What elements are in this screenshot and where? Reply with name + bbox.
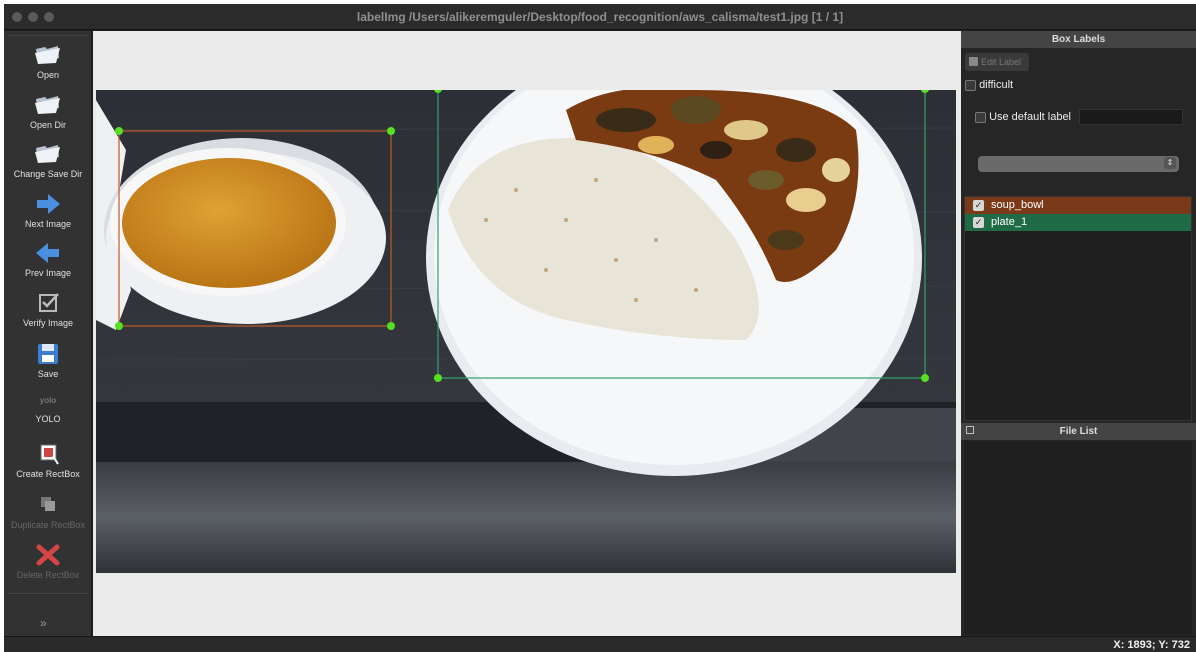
change-save-dir-label: Change Save Dir: [13, 169, 83, 179]
save-button[interactable]: Save: [4, 342, 92, 379]
open-button[interactable]: Open: [4, 43, 92, 80]
window-title: labelImg /Users/alikeremguler/Desktop/fo…: [356, 10, 844, 24]
status-bar: X: 1893; Y: 732: [4, 636, 1196, 652]
arrow-left-icon: [36, 243, 59, 263]
delete-rectbox-button[interactable]: Delete RectBox: [4, 543, 92, 580]
bbox-handle[interactable]: [921, 374, 929, 382]
label-dropdown[interactable]: ⇕: [978, 156, 1179, 172]
cursor-coordinates: X: 1893; Y: 732: [1113, 639, 1190, 651]
next-image-button[interactable]: Next Image: [4, 192, 92, 229]
box-labels-title: Box Labels: [961, 31, 1196, 48]
title-bar: labelImg /Users/alikeremguler/Desktop/fo…: [4, 4, 1196, 30]
default-label-input[interactable]: [1079, 109, 1183, 125]
yolo-format-icon: yolo: [39, 396, 57, 405]
duplicate-rectbox-label: Duplicate RectBox: [10, 520, 86, 530]
label-checkbox-checked[interactable]: ✓: [973, 200, 984, 211]
toolbar: Open Open Dir Change Save Dir Next Image: [4, 31, 92, 636]
undock-icon[interactable]: [966, 426, 974, 434]
bbox-handle[interactable]: [115, 127, 123, 135]
yolo-label: YOLO: [35, 414, 61, 424]
label-item-text: soup_bowl: [991, 199, 1044, 211]
prev-image-label: Prev Image: [24, 268, 72, 278]
canvas-area[interactable]: [93, 31, 961, 636]
next-image-label: Next Image: [24, 219, 72, 229]
image-canvas[interactable]: [96, 90, 956, 573]
verify-image-label: Verify Image: [22, 318, 74, 328]
save-label: Save: [37, 369, 59, 379]
label-checkbox-checked[interactable]: ✓: [973, 217, 984, 228]
label-item-text: plate_1: [991, 216, 1028, 228]
use-default-label-row[interactable]: Use default label: [975, 111, 1071, 123]
prev-image-button[interactable]: Prev Image: [4, 241, 92, 278]
label-list[interactable]: ✓ soup_bowl ✓ plate_1: [964, 196, 1192, 421]
create-rectbox-label: Create RectBox: [16, 469, 80, 479]
yolo-format-button[interactable]: yolo YOLO: [4, 394, 92, 424]
label-item-plate-1[interactable]: ✓ plate_1: [965, 214, 1191, 231]
use-default-label-text: Use default label: [989, 111, 1072, 123]
verify-image-button[interactable]: Verify Image: [4, 291, 92, 328]
edit-pencil-icon: [969, 57, 978, 66]
duplicate-icon: [41, 497, 55, 511]
delete-x-icon: [36, 544, 60, 566]
file-list-title: File List: [1059, 426, 1098, 437]
floppy-disk-icon: [38, 344, 58, 364]
bbox-handle[interactable]: [387, 322, 395, 330]
annotation-overlay[interactable]: [96, 90, 956, 573]
folder-open-icon: [35, 96, 60, 114]
create-rectbox-icon: [40, 444, 59, 465]
bbox-handle[interactable]: [115, 322, 123, 330]
label-item-soup-bowl[interactable]: ✓ soup_bowl: [965, 197, 1191, 214]
difficult-checkbox-row[interactable]: difficult: [965, 79, 1013, 91]
change-save-dir-button[interactable]: Change Save Dir: [4, 142, 92, 179]
bbox-soup-bowl[interactable]: [118, 130, 392, 327]
difficult-label: difficult: [979, 79, 1014, 91]
bbox-plate-1[interactable]: [437, 90, 926, 379]
bbox-handle[interactable]: [434, 374, 442, 382]
file-list-title-bar: File List: [961, 423, 1196, 440]
open-dir-button[interactable]: Open Dir: [4, 93, 92, 130]
use-default-label-checkbox[interactable]: [975, 111, 986, 123]
duplicate-rectbox-button[interactable]: Duplicate RectBox: [4, 493, 92, 530]
folder-open-icon: [35, 46, 60, 64]
bbox-handle[interactable]: [434, 90, 442, 93]
toolbar-separator: [8, 593, 87, 594]
right-dock: Box Labels Edit Label difficult Use defa…: [961, 31, 1196, 636]
open-dir-label: Open Dir: [29, 120, 66, 130]
folder-open-icon: [35, 145, 60, 163]
bbox-handle[interactable]: [387, 127, 395, 135]
expand-chevron-icon[interactable]: »: [40, 616, 47, 630]
edit-label-button[interactable]: Edit Label: [965, 53, 1029, 71]
difficult-checkbox[interactable]: [965, 79, 976, 91]
bbox-handle[interactable]: [921, 90, 929, 93]
create-rectbox-button[interactable]: Create RectBox: [4, 442, 92, 479]
checkbox-icon: [39, 293, 59, 312]
open-label: Open: [36, 70, 60, 80]
delete-rectbox-label: Delete RectBox: [16, 570, 80, 580]
file-list[interactable]: [964, 441, 1192, 634]
arrow-right-icon: [37, 194, 60, 214]
app-window: labelImg /Users/alikeremguler/Desktop/fo…: [4, 4, 1196, 652]
edit-label-text: Edit Label: [981, 57, 1022, 67]
chevron-updown-icon: ⇕: [1164, 157, 1176, 169]
